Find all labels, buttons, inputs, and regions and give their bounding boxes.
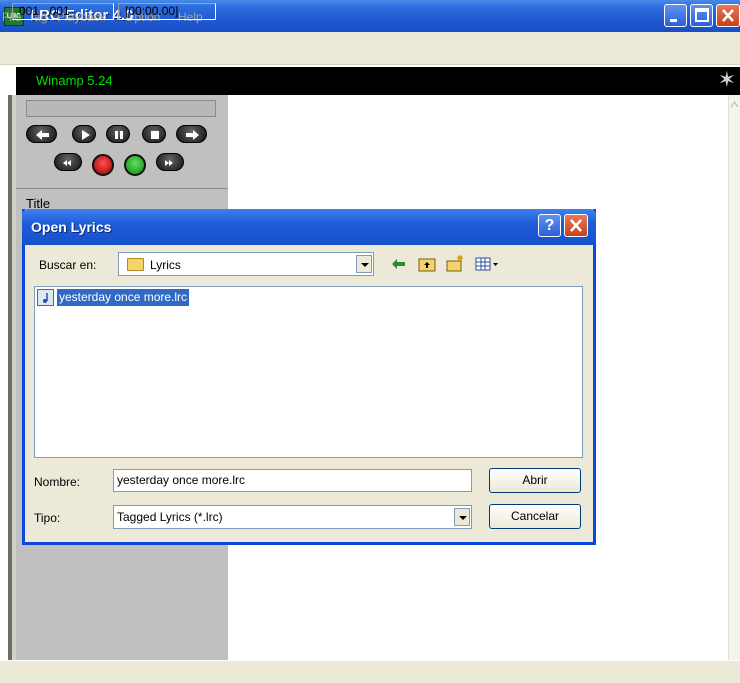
new-folder-icon [446,255,463,272]
up-folder-icon [418,258,436,272]
close-icon [570,219,582,232]
rewind-button[interactable] [54,153,82,171]
status-timestamp: [00:00.00] [118,3,216,20]
status-bar [0,660,740,683]
look-in-dropdown-arrow[interactable] [356,255,372,273]
rewind-icon [63,160,71,166]
panel-divider [16,188,228,189]
scroll-up-icon [730,100,739,108]
dialog-title: Open Lyrics [31,219,112,235]
folder-icon [127,258,144,271]
maximize-icon [695,8,709,22]
file-type-dropdown[interactable]: Tagged Lyrics (*.lrc) [113,505,472,529]
file-type-dropdown-arrow[interactable] [454,508,470,526]
play-button[interactable] [72,125,96,143]
file-item[interactable]: yesterday once more.lrc [57,289,190,306]
record-start-button[interactable] [92,154,114,176]
previous-button[interactable] [26,125,57,143]
back-button[interactable] [389,254,409,274]
chevron-down-icon [459,516,467,520]
fast-forward-button[interactable] [156,153,184,171]
menu-bar [0,32,740,65]
lyrics-file-icon [37,289,54,306]
dialog-close-button[interactable] [564,214,588,237]
next-button[interactable] [176,125,207,143]
record-end-button[interactable] [124,154,146,176]
minimize-button[interactable] [664,4,687,27]
open-button[interactable]: Abrir [489,468,581,493]
next-icon [186,130,199,140]
fast-forward-icon [165,160,173,166]
player-bar: Winamp 5.24 ✶ [16,67,740,95]
status-line-range: 001 - 001 [12,3,114,20]
close-button[interactable] [716,4,740,27]
stop-icon [151,131,159,139]
up-folder-button[interactable] [417,254,437,274]
player-name: Winamp 5.24 [36,73,113,88]
minimize-icon [670,19,677,22]
view-menu-button[interactable] [474,254,500,274]
back-icon [392,259,405,269]
maximize-button[interactable] [690,4,713,27]
pause-icon [115,131,123,139]
chevron-down-icon [361,263,369,267]
dialog-help-button[interactable]: ? [538,214,561,237]
view-menu-icon [475,257,498,271]
look-in-label: Buscar en: [39,258,97,272]
close-icon [722,9,734,22]
winamp-logo-icon: ✶ [717,67,736,92]
file-type-label: Tipo: [34,511,61,525]
vertical-scrollbar[interactable] [728,95,740,660]
look-in-value: Lyrics [150,258,181,272]
new-folder-button[interactable] [445,254,465,274]
pause-button[interactable] [106,125,130,143]
file-name-label: Nombre: [34,475,81,489]
cancel-button[interactable]: Cancelar [489,504,581,529]
seek-bar[interactable] [26,100,216,117]
file-list[interactable] [34,286,583,458]
play-icon [82,130,90,140]
previous-icon [36,130,49,140]
file-name-input[interactable]: yesterday once more.lrc [113,469,472,492]
stop-button[interactable] [142,125,166,143]
